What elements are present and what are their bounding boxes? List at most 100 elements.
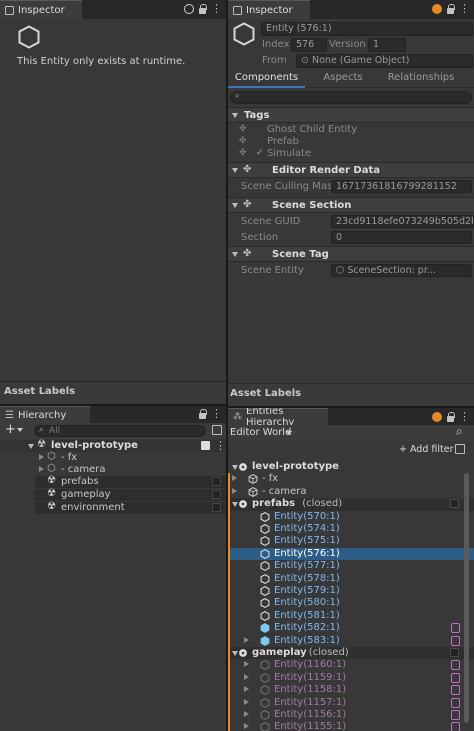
search-icon[interactable]: ⌕ xyxy=(456,424,463,439)
filter-settings-icon[interactable] xyxy=(455,444,465,454)
hierarchy-row-subscene[interactable]: ☢ environment xyxy=(35,501,226,514)
hierarchy-row-subscene[interactable]: ☢ prefabs xyxy=(35,475,226,488)
scene-entity-field[interactable]: ⬡ SceneSection: pr... xyxy=(331,264,472,277)
prefab-link-icon[interactable] xyxy=(451,660,460,671)
entity-row[interactable]: Entity(575:1) xyxy=(228,535,474,548)
entity-row[interactable]: prefabs (closed) xyxy=(228,498,474,511)
entity-row[interactable]: Entity(1159:1) xyxy=(228,671,474,685)
scene-visibility-icon[interactable] xyxy=(212,425,222,435)
scene-culling-mask-field[interactable]: 16717361816799281152 xyxy=(331,180,472,193)
left-inspector-tab[interactable]: Inspector xyxy=(0,0,82,19)
expand-arrow-icon[interactable] xyxy=(28,444,34,449)
asset-labels-bar[interactable]: Asset Labels xyxy=(0,381,226,404)
circle-icon[interactable] xyxy=(184,3,194,14)
entity-row[interactable]: - camera xyxy=(228,485,474,499)
create-plus-button[interactable]: + xyxy=(5,423,16,437)
prefab-link-icon[interactable] xyxy=(451,710,460,720)
prefab-link-icon[interactable] xyxy=(451,623,460,634)
entities-hierarchy-tab[interactable]: ⁂ Entities Hierarchy xyxy=(228,408,328,428)
entity-row[interactable]: Entity(1157:1) xyxy=(228,696,474,709)
tab-components[interactable]: Components xyxy=(228,70,305,88)
section-tags-header[interactable]: Tags xyxy=(228,107,474,123)
collapse-arrow-icon[interactable] xyxy=(39,466,44,472)
kebab-menu-icon[interactable]: ⋮ xyxy=(211,408,222,419)
scene-menu-icon[interactable] xyxy=(201,441,210,450)
row-kebab-icon[interactable]: ⋮ xyxy=(215,440,226,451)
section-scene-tag-header[interactable]: ✤ Scene Tag xyxy=(228,246,474,262)
collapse-arrow-icon[interactable] xyxy=(232,487,237,494)
entity-row[interactable]: Entity(1158:1) xyxy=(228,684,474,697)
index-field[interactable]: 576 xyxy=(291,38,327,52)
collapse-arrow-icon[interactable] xyxy=(232,475,237,482)
entity-row[interactable]: - fx xyxy=(228,473,474,486)
collapse-arrow-icon[interactable] xyxy=(244,711,249,717)
hierarchy-row[interactable]: ⬡ - camera xyxy=(0,463,226,476)
hierarchy-tab[interactable]: ☰ Hierarchy xyxy=(0,406,90,423)
scene-guid-field[interactable]: 23cd9118efe073249b505d2b2 xyxy=(331,215,474,228)
collapse-arrow-icon[interactable] xyxy=(244,686,249,693)
prefab-link-icon[interactable] xyxy=(451,697,460,708)
tab-relationships[interactable]: Relationships xyxy=(373,70,469,88)
entity-row[interactable]: Entity(582:1) xyxy=(228,622,474,635)
lock-icon[interactable] xyxy=(199,3,207,14)
section-editor-render-header[interactable]: ✤ Editor Render Data xyxy=(228,162,474,178)
subscene-toggle[interactable] xyxy=(212,490,221,499)
prefab-link-icon[interactable] xyxy=(451,722,460,731)
row-label: environment xyxy=(61,502,125,513)
hierarchy-search-input[interactable]: ⌕ All xyxy=(34,425,206,437)
world-dropdown-icon[interactable] xyxy=(286,431,292,435)
entity-row[interactable]: gameplay (closed) xyxy=(228,647,474,660)
entity-mode-icon[interactable] xyxy=(432,411,442,422)
entity-name-field[interactable]: Entity (576:1) xyxy=(261,22,473,36)
entity-row[interactable]: Entity(1156:1) xyxy=(228,709,474,722)
create-dropdown-icon[interactable] xyxy=(17,428,23,432)
hierarchy-row[interactable]: ⬡ - fx xyxy=(0,451,226,464)
entity-row[interactable]: Entity(580:1) xyxy=(228,597,474,610)
entity-row[interactable]: Entity(1155:1) xyxy=(228,721,474,731)
lock-icon[interactable] xyxy=(199,408,207,419)
kebab-menu-icon[interactable]: ⋮ xyxy=(459,3,470,14)
hierarchy-row-subscene[interactable]: ☢ gameplay xyxy=(35,488,226,501)
subscene-toggle[interactable] xyxy=(450,499,459,509)
components-search-input[interactable]: ⌕ xyxy=(230,91,472,104)
hierarchy-row-scene[interactable]: ☢ level-prototype ⋮ xyxy=(0,439,226,452)
entity-mode-icon[interactable] xyxy=(432,3,442,14)
collapse-arrow-icon[interactable] xyxy=(244,636,249,643)
collapse-arrow-icon[interactable] xyxy=(244,673,249,680)
section-field[interactable]: 0 xyxy=(331,231,472,244)
kebab-menu-icon[interactable]: ⋮ xyxy=(211,3,222,14)
world-select[interactable]: Editor World xyxy=(230,426,291,439)
version-field[interactable]: 1 xyxy=(368,38,406,52)
entity-row[interactable]: level-prototype xyxy=(228,461,474,473)
entity-row[interactable]: Entity(577:1) xyxy=(228,560,474,573)
lock-icon[interactable] xyxy=(447,411,455,422)
subscene-toggle[interactable] xyxy=(450,648,459,657)
lock-icon[interactable] xyxy=(447,3,455,14)
tab-aspects[interactable]: Aspects xyxy=(308,70,378,88)
entity-row[interactable]: Entity(583:1) xyxy=(228,634,474,647)
kebab-menu-icon[interactable]: ⋮ xyxy=(459,411,470,422)
prefab-link-icon[interactable] xyxy=(451,685,460,696)
collapse-arrow-icon[interactable] xyxy=(244,723,249,730)
asset-labels-bar[interactable]: Asset Labels xyxy=(228,383,474,406)
entity-row[interactable]: Entity(574:1) xyxy=(228,523,474,536)
vertical-scrollbar[interactable] xyxy=(464,473,469,723)
subscene-toggle[interactable] xyxy=(212,477,221,486)
entity-row[interactable]: Entity(581:1) xyxy=(228,609,474,623)
prefab-link-icon[interactable] xyxy=(451,672,460,683)
collapse-arrow-icon[interactable] xyxy=(244,698,249,705)
check-icon: ✓ xyxy=(256,148,264,158)
entity-row[interactable]: Entity(1160:1) xyxy=(228,659,474,672)
subscene-toggle[interactable] xyxy=(212,503,221,512)
collapse-arrow-icon[interactable] xyxy=(39,454,44,460)
entity-row[interactable]: Entity(570:1) xyxy=(228,510,474,523)
add-filter-button[interactable]: + Add filter xyxy=(399,444,454,455)
entity-row[interactable]: Entity(578:1) xyxy=(228,572,474,585)
collapse-arrow-icon[interactable] xyxy=(244,661,249,668)
entity-row[interactable]: Entity(576:1) xyxy=(228,547,474,561)
right-inspector-tab[interactable]: Inspector xyxy=(228,0,310,19)
prefab-link-icon[interactable] xyxy=(451,635,460,646)
from-field[interactable]: ⊙ None (Game Object) xyxy=(296,54,473,68)
entity-row[interactable]: Entity(579:1) xyxy=(228,585,474,598)
section-scene-section-header[interactable]: ✤ Scene Section xyxy=(228,197,474,213)
